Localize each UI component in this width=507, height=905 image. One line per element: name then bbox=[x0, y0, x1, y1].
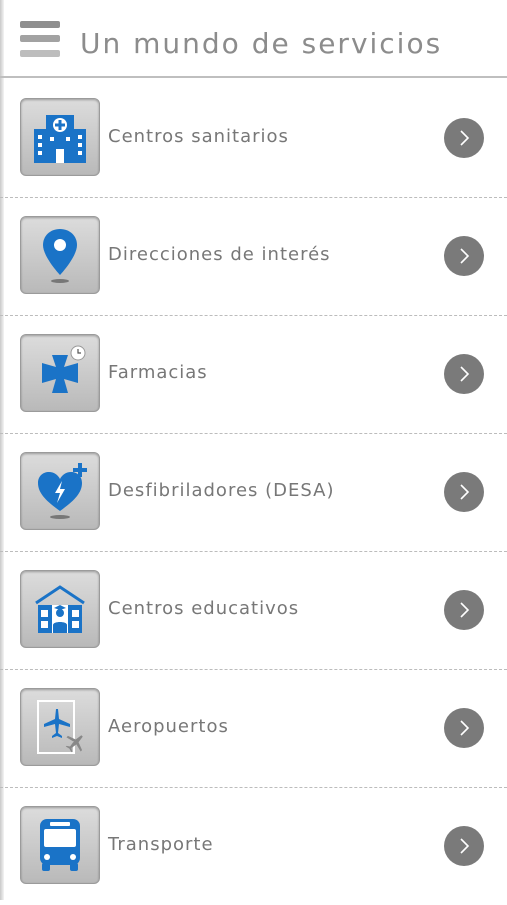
chevron-right-icon[interactable] bbox=[444, 472, 484, 512]
pharmacy-tile bbox=[20, 334, 100, 412]
list-item-centros-sanitarios[interactable]: Centros sanitarios bbox=[0, 80, 507, 198]
chevron-right-icon[interactable] bbox=[444, 354, 484, 394]
chevron-right-icon[interactable] bbox=[444, 236, 484, 276]
airport-tile bbox=[20, 688, 100, 766]
airplane-icon bbox=[37, 700, 83, 754]
list-item-transporte[interactable]: Transporte bbox=[0, 788, 507, 905]
list-item-label: Transporte bbox=[108, 834, 214, 855]
chevron-right-icon[interactable] bbox=[444, 708, 484, 748]
services-list: Centros sanitarios Direcciones de interé… bbox=[0, 80, 507, 905]
list-item-desfibriladores[interactable]: Desfibriladores (DESA) bbox=[0, 434, 507, 552]
chevron-right-icon[interactable] bbox=[444, 590, 484, 630]
transport-tile bbox=[20, 806, 100, 884]
location-tile bbox=[20, 216, 100, 294]
page-title: Un mundo de servicios bbox=[80, 27, 443, 60]
chevron-right-icon[interactable] bbox=[444, 826, 484, 866]
location-pin-icon bbox=[43, 229, 77, 283]
header-divider bbox=[0, 76, 507, 78]
list-item-centros-educativos[interactable]: Centros educativos bbox=[0, 552, 507, 670]
defibrillator-tile bbox=[20, 452, 100, 530]
app-header: Un mundo de servicios bbox=[0, 0, 507, 78]
list-item-label: Centros sanitarios bbox=[108, 126, 289, 147]
list-item-label: Farmacias bbox=[108, 362, 208, 383]
hospital-tile bbox=[20, 98, 100, 176]
list-item-label: Aeropuertos bbox=[108, 716, 229, 737]
list-item-direcciones-de-interes[interactable]: Direcciones de interés bbox=[0, 198, 507, 316]
hamburger-menu-icon[interactable] bbox=[20, 20, 60, 60]
bus-icon bbox=[40, 819, 80, 871]
chevron-right-icon[interactable] bbox=[444, 118, 484, 158]
list-item-label: Centros educativos bbox=[108, 598, 300, 619]
list-item-aeropuertos[interactable]: Aeropuertos bbox=[0, 670, 507, 788]
list-item-label: Desfibriladores (DESA) bbox=[108, 480, 335, 501]
list-item-farmacias[interactable]: Farmacias bbox=[0, 316, 507, 434]
pharmacy-cross-icon bbox=[42, 345, 86, 393]
defibrillator-heart-icon bbox=[38, 463, 87, 519]
school-icon bbox=[35, 585, 85, 633]
school-tile bbox=[20, 570, 100, 648]
hospital-icon bbox=[34, 115, 86, 163]
list-item-label: Direcciones de interés bbox=[108, 244, 331, 265]
